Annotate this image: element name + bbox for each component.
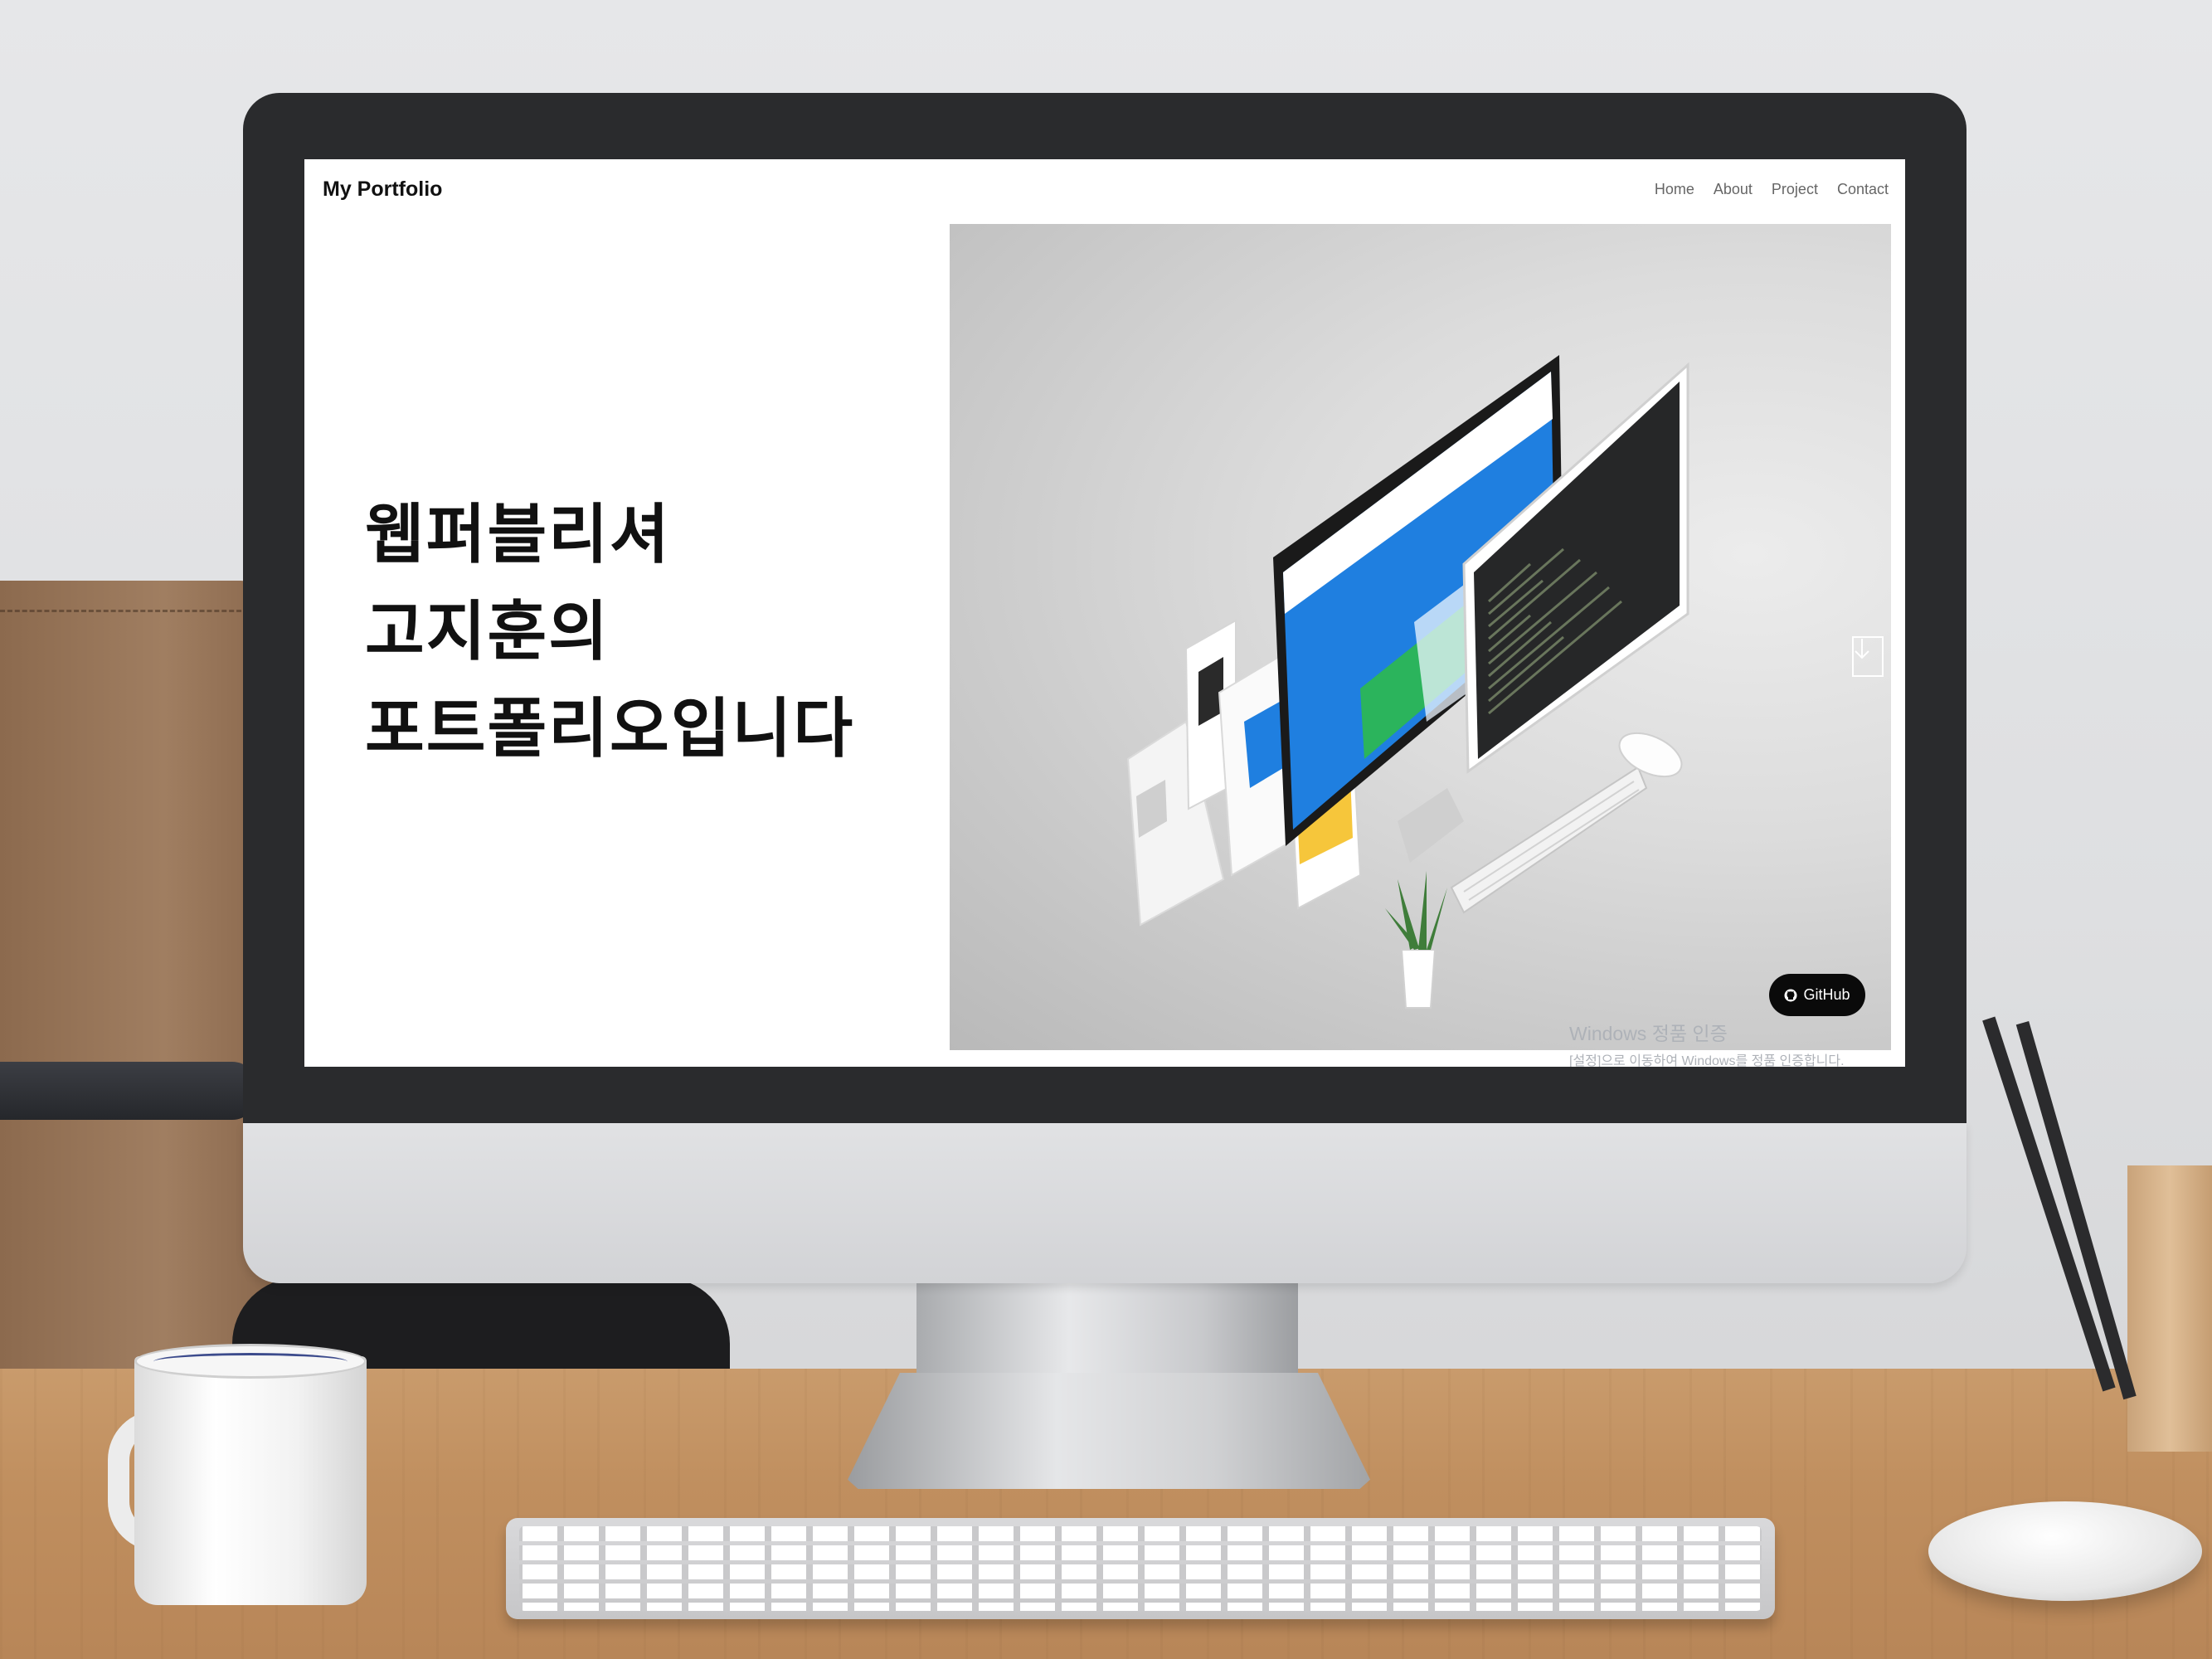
hero-headline: 웹퍼블리셔 고지훈의 포트폴리오입니다 — [365, 487, 854, 778]
site-nav: Home About Project Contact — [1655, 181, 1889, 198]
monitor-screen: My Portfolio Home About Project Contact … — [304, 159, 1905, 1067]
nav-contact[interactable]: Contact — [1837, 181, 1889, 198]
pencil — [1982, 1016, 2116, 1392]
monitor-stand-neck — [916, 1282, 1298, 1381]
leather-bag — [0, 581, 274, 1418]
isometric-devices-mockup — [1126, 355, 1689, 1009]
nav-project[interactable]: Project — [1772, 181, 1818, 198]
headline-line-2: 고지훈의 — [365, 595, 610, 669]
coffee-mug — [134, 1356, 367, 1605]
github-icon — [1784, 989, 1797, 1001]
physical-mouse — [1928, 1501, 2202, 1601]
bag-stitching — [0, 610, 249, 612]
watermark-title: Windows 정품 인증 — [1569, 1023, 1728, 1044]
pencil — [2015, 1021, 2137, 1400]
hero-image — [950, 224, 1891, 1050]
windows-activation-watermark: Windows 정품 인증 [설정]으로 이동하여 Windows를 정품 인증… — [1569, 1018, 1845, 1067]
monitor-stand-base — [848, 1373, 1370, 1489]
watermark-subtitle: [설정]으로 이동하여 Windows를 정품 인증합니다. — [1569, 1054, 1845, 1067]
nav-home[interactable]: Home — [1655, 181, 1694, 198]
monitor-chin — [243, 1121, 1966, 1283]
pencil-cup — [2127, 1165, 2212, 1452]
headline-line-1: 웹퍼블리셔 — [365, 498, 671, 572]
github-button[interactable]: GitHub — [1769, 974, 1865, 1016]
arrow-down-icon — [1855, 639, 1869, 659]
headline-line-3: 포트폴리오입니다 — [365, 692, 855, 766]
bag-band — [0, 1062, 257, 1120]
scroll-down-button[interactable] — [1852, 636, 1884, 677]
nav-about[interactable]: About — [1714, 181, 1753, 198]
physical-keyboard — [506, 1518, 1775, 1619]
mug-rim — [134, 1344, 367, 1379]
site-brand[interactable]: My Portfolio — [323, 178, 442, 202]
github-label: GitHub — [1803, 986, 1850, 1003]
